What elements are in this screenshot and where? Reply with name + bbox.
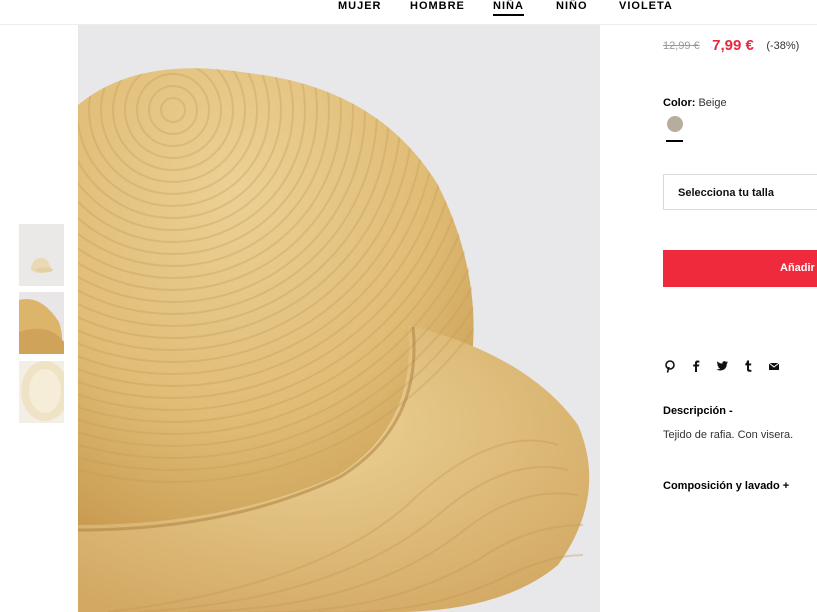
color-label: Color:	[663, 97, 696, 109]
top-navigation: MUJER HOMBRE NIÑA NIÑO VIOLETA	[0, 0, 817, 25]
add-to-cart-button[interactable]: Añadir	[663, 250, 817, 287]
price-row: 12,99 € 7,99 € (-38%)	[663, 37, 799, 57]
sale-price: 7,99 €	[712, 37, 754, 55]
nav-item-hombre[interactable]: HOMBRE	[410, 0, 465, 14]
nav-item-nino[interactable]: NIÑO	[556, 0, 588, 14]
tumblr-icon[interactable]	[741, 359, 755, 373]
main-product-image	[78, 25, 600, 612]
composition-toggle[interactable]: Composición y lavado +	[663, 480, 789, 492]
selected-swatch-indicator	[666, 140, 683, 142]
original-price: 12,99 €	[663, 39, 700, 52]
color-value: Beige	[698, 97, 727, 109]
nav-item-violeta[interactable]: VIOLETA	[619, 0, 673, 14]
thumbnail-hat-front[interactable]	[19, 224, 64, 286]
color-swatch-beige[interactable]	[667, 116, 683, 132]
straw-hat-illustration	[78, 25, 600, 612]
facebook-icon[interactable]	[689, 359, 703, 373]
pinterest-icon[interactable]	[663, 359, 677, 373]
thumbnail-hat-inside[interactable]	[19, 361, 64, 423]
twitter-icon[interactable]	[715, 359, 729, 373]
nav-item-nina[interactable]: NIÑA	[493, 0, 524, 16]
size-select-label: Selecciona tu talla	[678, 187, 774, 199]
description-text: Tejido de rafia. Con visera.	[663, 429, 794, 441]
description-toggle[interactable]: Descripción -	[663, 405, 733, 417]
nav-item-mujer[interactable]: MUJER	[338, 0, 382, 14]
color-label-row: Color: Beige	[663, 97, 727, 109]
size-select[interactable]: Selecciona tu talla	[663, 174, 817, 210]
thumbnail-hat-closeup[interactable]	[19, 292, 64, 354]
email-icon[interactable]	[767, 359, 781, 373]
discount-badge: (-38%)	[766, 39, 800, 52]
add-to-cart-label: Añadir	[780, 262, 815, 274]
